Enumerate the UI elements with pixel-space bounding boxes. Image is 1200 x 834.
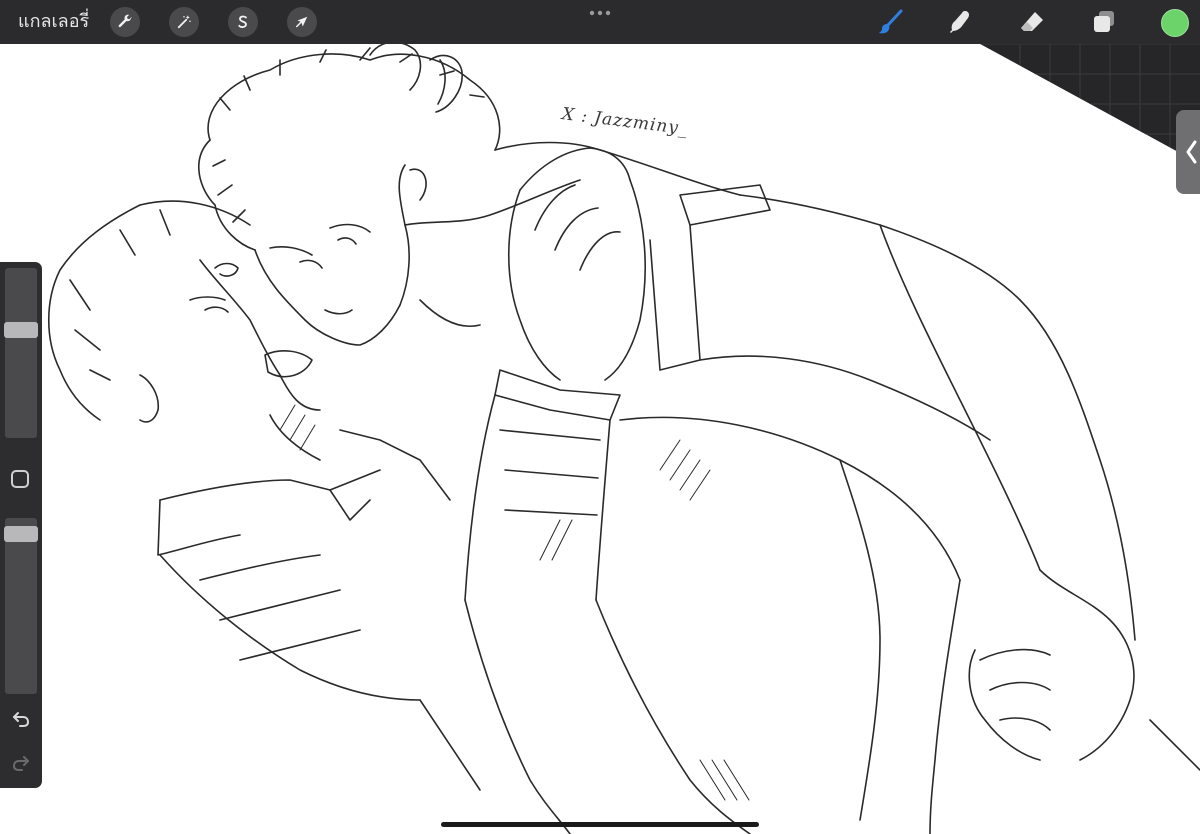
- selection-s-icon: [238, 15, 247, 28]
- opacity-thumb[interactable]: [4, 526, 38, 542]
- chevron-left-icon: [1186, 140, 1197, 164]
- arrow-cursor-icon: [296, 16, 308, 28]
- left-sidebar: [0, 262, 42, 788]
- smudge-finger-icon: [950, 11, 970, 33]
- brush-size-thumb[interactable]: [4, 321, 38, 338]
- smudge-tool-button[interactable]: [944, 6, 976, 38]
- procreate-app: X : Jazzminy_ แกลเลอรี่: [0, 0, 1200, 834]
- eraser-icon: [1021, 12, 1043, 31]
- brush-tool-button[interactable]: [874, 6, 906, 38]
- transform-button[interactable]: [287, 7, 317, 37]
- home-indicator: [441, 822, 759, 827]
- canvas-corner-grid: [980, 44, 1200, 164]
- color-picker-swatch[interactable]: [1161, 9, 1189, 37]
- undo-arrow-icon[interactable]: [10, 708, 32, 730]
- square-modify-icon[interactable]: [11, 470, 29, 488]
- reference-panel-tab[interactable]: [1176, 110, 1200, 194]
- more-dots-icon[interactable]: [588, 8, 612, 18]
- top-toolbar: แกลเลอรี่: [0, 0, 1200, 44]
- adjustments-button[interactable]: [169, 7, 199, 37]
- wrench-icon: [118, 14, 132, 28]
- opacity-slider[interactable]: [4, 518, 38, 694]
- brush-icon: [879, 9, 903, 34]
- magic-wand-icon: [177, 15, 191, 29]
- selection-button[interactable]: [228, 7, 258, 37]
- redo-arrow-icon[interactable]: [10, 752, 32, 774]
- eraser-tool-button[interactable]: [1016, 6, 1048, 38]
- layers-tool-button[interactable]: [1088, 6, 1120, 38]
- layers-icon: [1094, 11, 1114, 32]
- brush-size-slider[interactable]: [4, 268, 38, 438]
- actions-button[interactable]: [110, 7, 140, 37]
- gallery-button[interactable]: แกลเลอรี่: [18, 10, 89, 34]
